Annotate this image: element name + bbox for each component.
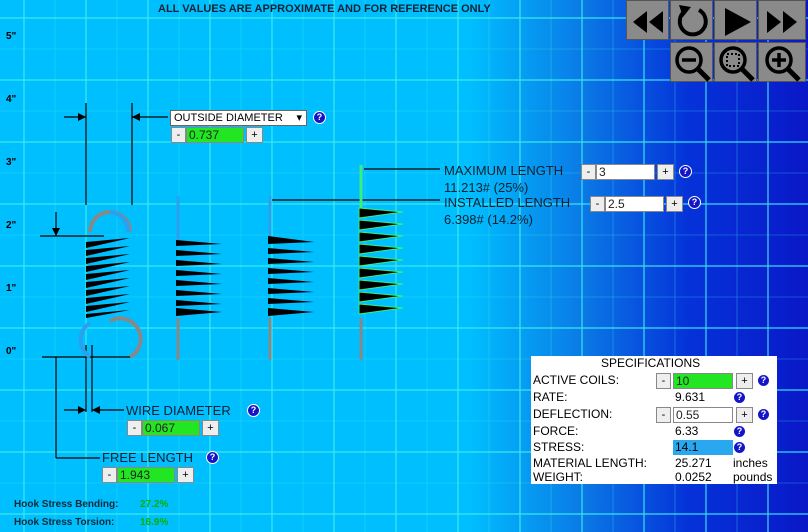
outside-diameter-selected: OUTSIDE DIAMETER — [174, 112, 283, 124]
active-coils-label: ACTIVE COILS: — [533, 373, 620, 387]
specifications-title: SPECIFICATIONS — [601, 356, 701, 370]
stress-value: 14.1 — [673, 440, 733, 455]
deflection-input[interactable]: 0.55 — [673, 407, 733, 423]
hook-stress-bending-label: Hook Stress Bending: — [14, 499, 119, 510]
maximum-length-plus-button[interactable]: + — [657, 164, 674, 180]
deflection-minus-button[interactable]: - — [656, 407, 671, 423]
hook-stress-torsion-label: Hook Stress Torsion: — [14, 517, 115, 528]
hook-stress-bending-value: 27.2% — [140, 499, 169, 510]
material-length-value: 25.271 — [675, 456, 712, 470]
active-coils-plus-button[interactable]: + — [736, 373, 753, 389]
installed-length-plus-button[interactable]: + — [666, 196, 683, 212]
specifications-panel: SPECIFICATIONS ACTIVE COILS: - 10 + ? RA… — [531, 356, 777, 484]
maximum-length-help-icon[interactable]: ? — [679, 165, 692, 178]
force-help-icon[interactable]: ? — [733, 425, 746, 438]
free-length-plus-button[interactable]: + — [177, 467, 194, 483]
outside-diameter-minus-button[interactable]: - — [171, 127, 186, 143]
active-coils-minus-button[interactable]: - — [656, 373, 671, 389]
maximum-length-minus-button[interactable]: - — [581, 164, 596, 180]
force-label: FORCE: — [533, 424, 579, 438]
maximum-length-label: MAXIMUM LENGTH — [444, 163, 564, 178]
wire-diameter-minus-button[interactable]: - — [127, 420, 142, 436]
hook-stress-torsion-value: 16.9% — [140, 517, 169, 528]
maximum-length-input[interactable]: 3 — [596, 164, 655, 180]
weight-value: 0.0252 — [675, 470, 712, 484]
free-length-label: FREE LENGTH — [102, 450, 194, 465]
stress-label: STRESS: — [533, 440, 585, 454]
material-length-unit: inches — [733, 456, 768, 470]
installed-length-input[interactable]: 2.5 — [605, 196, 664, 212]
installed-length-minus-button[interactable]: - — [590, 196, 605, 212]
rate-label: RATE: — [533, 390, 568, 404]
active-coils-value[interactable]: 10 — [673, 373, 733, 389]
deflection-plus-button[interactable]: + — [736, 407, 753, 423]
installed-length-label: INSTALLED LENGTH — [444, 195, 571, 210]
outside-diameter-plus-button[interactable]: + — [246, 127, 263, 143]
deflection-help-icon[interactable]: ? — [757, 408, 770, 421]
outside-diameter-select[interactable]: OUTSIDE DIAMETER ▾ — [170, 110, 307, 126]
rate-value: 9.631 — [675, 390, 706, 404]
maximum-length-load: 11.213# (25%) — [444, 180, 529, 195]
deflection-label: DEFLECTION: — [533, 407, 613, 421]
rate-help-icon[interactable]: ? — [733, 391, 746, 404]
force-value: 6.33 — [675, 424, 699, 438]
weight-unit: pounds — [733, 470, 773, 484]
free-length-help-icon[interactable]: ? — [206, 451, 219, 464]
installed-length-load: 6.398# (14.2%) — [444, 212, 533, 227]
wire-diameter-value[interactable]: 0.067 — [142, 420, 200, 436]
wire-diameter-plus-button[interactable]: + — [202, 420, 219, 436]
free-length-value[interactable]: 1.943 — [117, 467, 175, 483]
chevron-down-icon: ▾ — [296, 112, 302, 124]
active-coils-help-icon[interactable]: ? — [757, 374, 770, 387]
weight-label: WEIGHT: — [533, 470, 583, 484]
installed-length-help-icon[interactable]: ? — [688, 196, 701, 209]
wire-diameter-label: WIRE DIAMETER — [126, 403, 231, 418]
material-length-label: MATERIAL LENGTH: — [533, 456, 648, 470]
wire-diameter-help-icon[interactable]: ? — [247, 404, 260, 417]
stress-help-icon[interactable]: ? — [733, 441, 746, 454]
free-length-minus-button[interactable]: - — [102, 467, 117, 483]
outside-diameter-value[interactable]: 0.737 — [186, 127, 244, 143]
outside-diameter-help-icon[interactable]: ? — [313, 111, 326, 124]
